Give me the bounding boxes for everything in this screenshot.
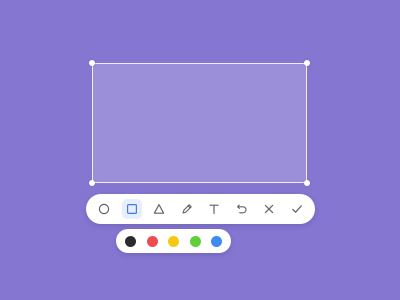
color-swatch-black[interactable] bbox=[125, 235, 136, 247]
check-icon bbox=[292, 205, 302, 213]
drawing-toolbar bbox=[86, 194, 315, 224]
color-palette bbox=[116, 229, 231, 253]
color-swatch-blue[interactable] bbox=[211, 235, 222, 247]
resize-handle-top-left[interactable] bbox=[89, 60, 95, 66]
resize-handle-bottom-left[interactable] bbox=[89, 180, 95, 186]
resize-handle-top-right[interactable] bbox=[304, 60, 310, 66]
pen-tool[interactable] bbox=[177, 199, 197, 219]
undo-icon bbox=[236, 204, 247, 214]
color-swatch-red[interactable] bbox=[146, 235, 158, 247]
color-swatch-green[interactable] bbox=[189, 235, 201, 247]
rectangle-tool[interactable] bbox=[121, 199, 142, 219]
cancel-button[interactable] bbox=[259, 199, 279, 219]
resize-handle-bottom-right[interactable] bbox=[304, 180, 310, 186]
square-icon bbox=[126, 204, 137, 215]
triangle-icon bbox=[153, 204, 165, 214]
circle-icon bbox=[98, 203, 110, 215]
close-icon bbox=[265, 204, 274, 214]
confirm-button[interactable] bbox=[287, 199, 307, 219]
selection-rectangle[interactable] bbox=[89, 60, 310, 186]
pen-icon bbox=[182, 204, 192, 214]
triangle-tool[interactable] bbox=[149, 199, 169, 219]
circle-tool[interactable] bbox=[94, 199, 114, 219]
undo-button[interactable] bbox=[232, 199, 252, 219]
text-tool[interactable] bbox=[204, 199, 224, 219]
text-icon bbox=[209, 204, 219, 214]
color-swatch-yellow[interactable] bbox=[168, 235, 179, 247]
